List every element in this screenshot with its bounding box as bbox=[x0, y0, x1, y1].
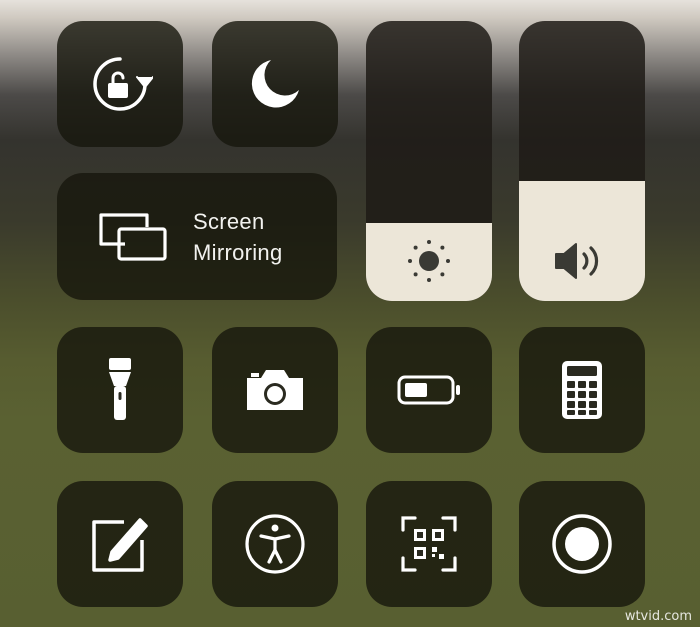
screen-mirroring-icon bbox=[97, 211, 169, 263]
screen-recording-icon bbox=[550, 512, 614, 576]
moon-icon bbox=[247, 56, 303, 112]
sun-icon bbox=[399, 231, 459, 291]
screen-mirroring-label: Screen Mirroring bbox=[193, 206, 283, 268]
flashlight-button[interactable] bbox=[57, 327, 183, 453]
accessibility-icon bbox=[243, 512, 307, 576]
qr-code-scanner-icon bbox=[399, 514, 459, 574]
calculator-icon bbox=[560, 359, 604, 421]
volume-slider[interactable] bbox=[519, 21, 645, 301]
notes-icon bbox=[88, 512, 152, 576]
low-power-mode-button[interactable] bbox=[366, 327, 492, 453]
screen-mirroring-button[interactable]: Screen Mirroring bbox=[57, 173, 337, 300]
do-not-disturb-button[interactable] bbox=[212, 21, 338, 147]
camera-button[interactable] bbox=[212, 327, 338, 453]
camera-icon bbox=[243, 366, 307, 414]
calculator-button[interactable] bbox=[519, 327, 645, 453]
accessibility-button[interactable] bbox=[212, 481, 338, 607]
watermark: wtvid.com bbox=[624, 609, 692, 624]
screen-recording-button[interactable] bbox=[519, 481, 645, 607]
screen-mirroring-label-line1: Screen bbox=[193, 208, 265, 234]
orientation-lock-button[interactable] bbox=[57, 21, 183, 147]
speaker-icon bbox=[550, 239, 614, 283]
notes-button[interactable] bbox=[57, 481, 183, 607]
low-power-battery-icon bbox=[396, 373, 462, 407]
flashlight-icon bbox=[105, 356, 135, 424]
brightness-slider[interactable] bbox=[366, 21, 492, 301]
orientation-lock-icon bbox=[87, 51, 153, 117]
screen-mirroring-label-line2: Mirroring bbox=[193, 239, 283, 265]
qr-code-scanner-button[interactable] bbox=[366, 481, 492, 607]
